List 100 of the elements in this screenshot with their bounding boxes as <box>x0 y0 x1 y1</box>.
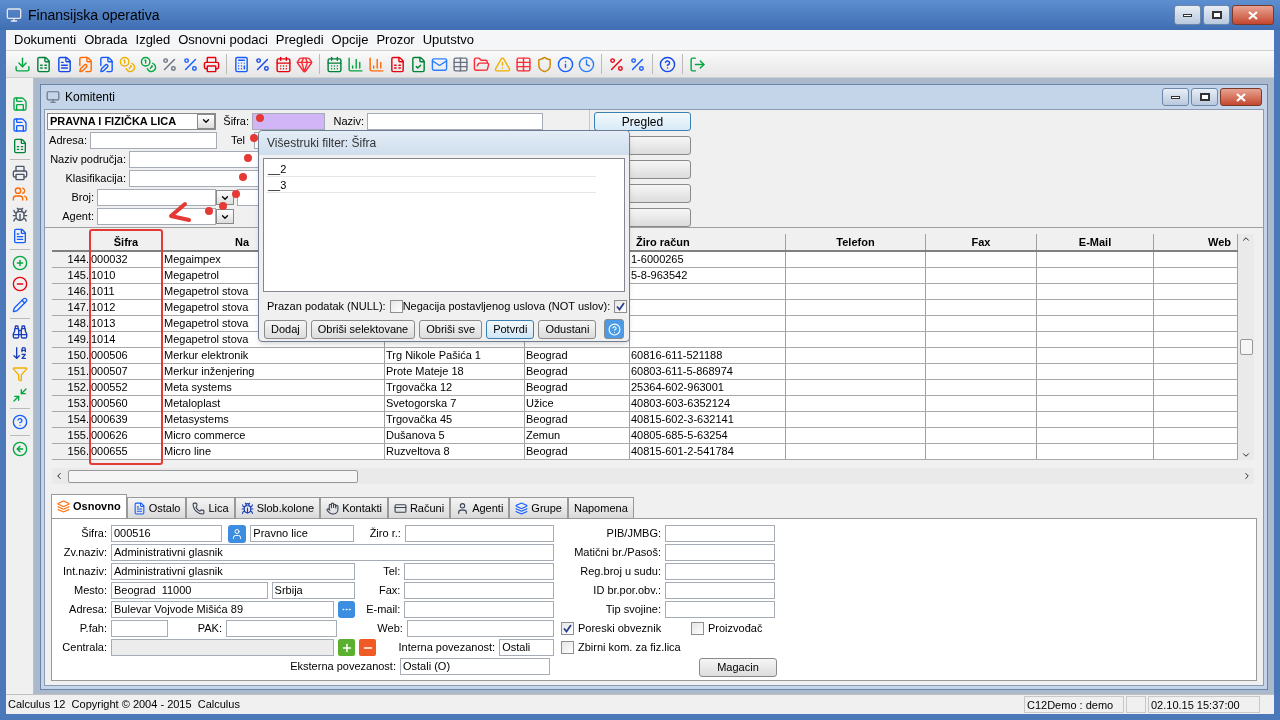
add-button[interactable] <box>338 639 356 656</box>
chart-icon[interactable] <box>368 55 385 73</box>
percent-icon[interactable] <box>161 55 178 73</box>
calendar-icon[interactable] <box>275 55 292 73</box>
menu-item[interactable]: Izgled <box>131 30 175 50</box>
calendar-icon[interactable] <box>326 55 343 73</box>
document-icon[interactable] <box>56 55 73 73</box>
tab[interactable]: Računi <box>387 497 451 518</box>
menu-item[interactable]: Opcije <box>327 30 373 50</box>
document-icon[interactable] <box>410 55 427 73</box>
input-field[interactable] <box>367 112 543 130</box>
close-button[interactable] <box>1232 5 1274 25</box>
spreadsheet-icon[interactable] <box>35 55 52 73</box>
tab[interactable]: Kontakti <box>320 497 388 518</box>
input-field[interactable] <box>665 601 775 618</box>
input-field[interactable]: Srbija <box>271 582 356 599</box>
scroll-thumb[interactable] <box>68 469 358 483</box>
gem-icon[interactable] <box>296 55 313 73</box>
chart-icon[interactable] <box>347 55 364 73</box>
dropdown-button[interactable] <box>197 113 215 129</box>
clock-icon[interactable] <box>578 55 595 73</box>
list-item[interactable]: __2 <box>266 161 596 177</box>
maximize-button[interactable] <box>1203 5 1230 25</box>
input-field[interactable] <box>97 189 216 206</box>
add-icon[interactable] <box>11 255 28 271</box>
input-field[interactable]: 000516 <box>111 525 223 542</box>
list-item[interactable]: __3 <box>266 177 596 193</box>
input-field[interactable]: Bulevar Vojvode Mišića 89 <box>111 601 335 618</box>
percent-icon[interactable] <box>629 55 646 73</box>
browse-button[interactable] <box>338 601 356 618</box>
column-header[interactable]: Šifra <box>113 233 139 251</box>
table-icon[interactable] <box>515 55 532 73</box>
tab[interactable]: Grupe <box>509 497 568 518</box>
edit-document-icon[interactable] <box>77 55 94 73</box>
column-header[interactable]: E-Mail <box>1078 233 1112 251</box>
value-list[interactable]: __2 __3 <box>263 158 625 292</box>
table-icon[interactable] <box>452 55 469 73</box>
percent-icon[interactable] <box>608 55 625 73</box>
input-field[interactable]: Pravno lice <box>250 525 354 542</box>
document-icon[interactable] <box>11 228 28 244</box>
help-icon[interactable] <box>659 55 676 73</box>
edit-icon[interactable] <box>11 297 28 313</box>
tab[interactable]: Osnovno <box>51 494 127 518</box>
input-field[interactable] <box>665 525 775 542</box>
calculator-icon[interactable] <box>233 55 250 73</box>
exit-icon[interactable] <box>689 55 706 73</box>
tab[interactable]: Slob.kolone <box>234 497 321 518</box>
input-field[interactable] <box>90 132 217 149</box>
menu-item[interactable]: Obrada <box>80 30 132 50</box>
dialog-button[interactable]: Obriši selektovane <box>310 319 416 339</box>
checkbox[interactable] <box>614 299 628 313</box>
maximize-button[interactable] <box>1191 88 1218 106</box>
tab[interactable]: Agenti <box>450 497 510 518</box>
percent-icon[interactable] <box>254 55 271 73</box>
menu-item[interactable]: Dokumenti <box>10 30 81 50</box>
percent-icon[interactable] <box>182 55 199 73</box>
sort-icon[interactable] <box>11 345 28 361</box>
minimize-button[interactable] <box>1174 5 1201 25</box>
remove-button[interactable] <box>359 639 377 656</box>
category-dropdown[interactable]: PRAVNA I FIZIČKA LICA <box>47 112 216 130</box>
input-field[interactable] <box>665 563 775 580</box>
input-field[interactable] <box>404 563 554 580</box>
code-filter-field[interactable] <box>252 112 325 130</box>
input-field[interactable]: Beograd 11000 <box>111 582 268 599</box>
printer-icon[interactable] <box>11 165 28 181</box>
checkbox[interactable] <box>561 622 574 635</box>
person-button[interactable] <box>228 524 247 543</box>
input-field[interactable] <box>97 208 216 225</box>
folder-icon[interactable] <box>473 55 490 73</box>
menu-item[interactable]: Prozor <box>372 30 419 50</box>
input-field[interactable]: Ostali (O) <box>400 658 550 675</box>
download-icon[interactable] <box>14 55 31 73</box>
input-field[interactable]: Administrativni glasnik <box>111 544 554 561</box>
vertical-scrollbar[interactable] <box>1238 234 1254 460</box>
input-field[interactable] <box>404 525 554 542</box>
input-field[interactable]: Administrativni glasnik <box>111 563 356 580</box>
input-field[interactable] <box>406 620 554 637</box>
dropdown-button[interactable] <box>216 209 234 224</box>
column-header[interactable]: Na <box>235 233 250 251</box>
menu-item[interactable]: Osnovni podaci <box>174 30 272 50</box>
info-icon[interactable] <box>557 55 574 73</box>
menu-item[interactable]: Pregledi <box>271 30 328 50</box>
input-field[interactable]: Ostali <box>499 639 554 656</box>
checkbox[interactable] <box>561 641 574 654</box>
envelope-icon[interactable] <box>431 55 448 73</box>
tab[interactable]: Lica <box>186 497 235 518</box>
search-icon[interactable] <box>11 324 28 340</box>
spreadsheet-icon[interactable] <box>11 138 28 154</box>
help-icon[interactable] <box>11 414 28 430</box>
minimize-button[interactable] <box>1162 88 1189 106</box>
close-button[interactable] <box>1220 88 1262 106</box>
shield-icon[interactable] <box>536 55 553 73</box>
checkbox[interactable] <box>389 299 403 313</box>
save-icon[interactable] <box>11 96 28 112</box>
scroll-thumb[interactable] <box>1239 339 1253 355</box>
column-header[interactable]: Fax <box>971 233 991 251</box>
dialog-button[interactable]: Potvrdi <box>486 319 535 339</box>
dialog-button[interactable]: Obriši sve <box>419 319 483 339</box>
tab[interactable]: Napomena <box>567 497 634 518</box>
shrink-icon[interactable] <box>11 387 28 403</box>
